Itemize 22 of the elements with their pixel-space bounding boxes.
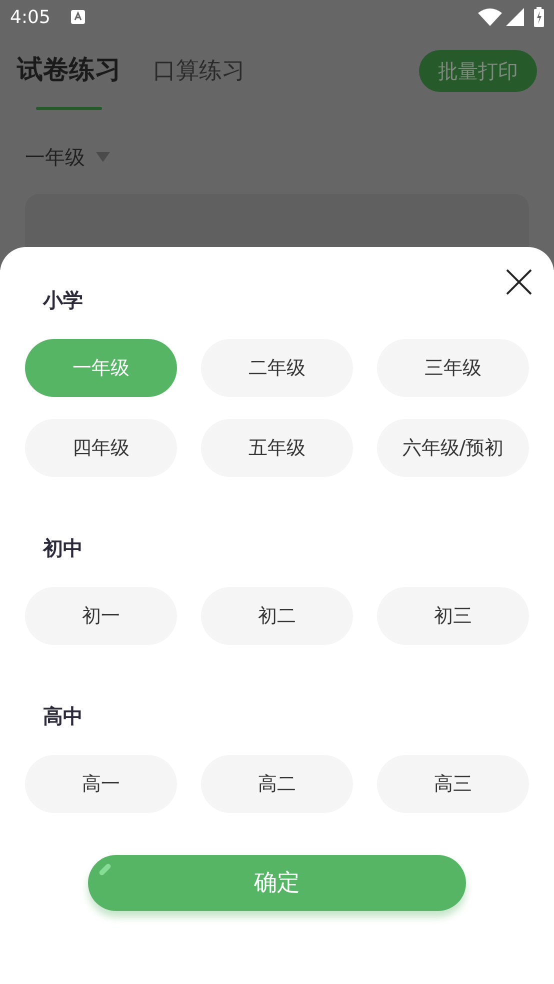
section-title: 高中 [43,703,84,730]
grade-option[interactable]: 六年级/预初 [377,419,529,477]
section-title: 小学 [43,287,84,314]
keyboard-app-icon [70,9,86,26]
status-time: 4:05 [10,6,50,30]
grade-option[interactable]: 高二 [201,755,353,813]
grade-option[interactable]: 三年级 [377,339,529,397]
tab-underline [36,106,102,110]
grade-option[interactable]: 五年级 [201,419,353,477]
grade-option[interactable]: 初二 [201,587,353,645]
dropdown-caret-icon [95,150,111,163]
wifi-icon [478,8,502,26]
grade-option[interactable]: 初三 [377,587,529,645]
grade-option[interactable]: 初一 [25,587,177,645]
grade-option[interactable]: 二年级 [201,339,353,397]
section-title: 初中 [43,535,84,562]
grade-option[interactable]: 高一 [25,755,177,813]
close-icon[interactable] [506,269,532,295]
grade-option[interactable]: 高三 [377,755,529,813]
grade-option[interactable]: 四年级 [25,419,177,477]
signal-icon [506,8,524,26]
battery-icon [534,7,544,28]
